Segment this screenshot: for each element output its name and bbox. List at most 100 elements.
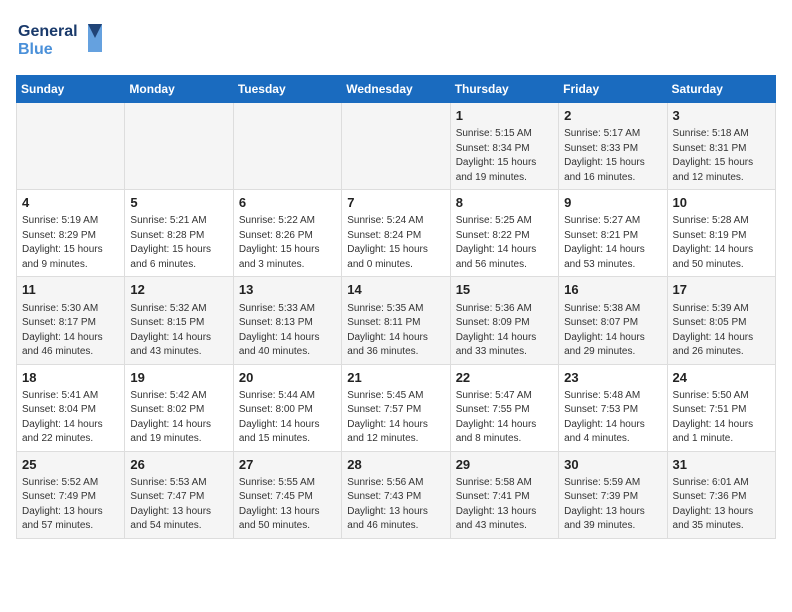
calendar-cell: 8Sunrise: 5:25 AM Sunset: 8:22 PM Daylig… bbox=[450, 190, 558, 277]
day-info: Sunrise: 5:19 AM Sunset: 8:29 PM Dayligh… bbox=[22, 214, 119, 272]
calendar-cell: 21 Sunrise: 5:45 AM Sunset: 7:57 PM Dayli… bbox=[342, 364, 450, 451]
calendar-cell: 15Sunrise: 5:36 AM Sunset: 8:09 PM Dayli… bbox=[450, 277, 558, 364]
calendar-cell: 30 Sunrise: 5:59 AM Sunset: 7:39 PM Dayli… bbox=[559, 451, 667, 538]
weekday-header-wednesday: Wednesday bbox=[342, 76, 450, 103]
calendar-cell: 5 Sunrise: 5:21 AM Sunset: 8:28 PM Daylig… bbox=[125, 190, 233, 277]
day-info: Sunrise: 5:35 AM Sunset: 8:11 PM Dayligh… bbox=[347, 302, 444, 360]
day-number: 31 bbox=[673, 456, 770, 474]
day-info: Sunrise: 5:27 AM Sunset: 8:21 PM Dayligh… bbox=[564, 214, 661, 272]
calendar-cell: 25Sunrise: 5:52 AM Sunset: 7:49 PM Dayli… bbox=[17, 451, 125, 538]
calendar-cell: 19Sunrise: 5:42 AM Sunset: 8:02 PM Dayli… bbox=[125, 364, 233, 451]
day-number: 7 bbox=[347, 194, 444, 212]
calendar-week-row: 11 Sunrise: 5:30 AM Sunset: 8:17 PM Dayli… bbox=[17, 277, 776, 364]
day-number: 27 bbox=[239, 456, 336, 474]
day-info: Sunrise: 5:33 AM Sunset: 8:13 PM Dayligh… bbox=[239, 302, 336, 360]
calendar-cell bbox=[233, 103, 341, 190]
day-number: 20 bbox=[239, 369, 336, 387]
day-number: 9 bbox=[564, 194, 661, 212]
svg-text:Blue: Blue bbox=[18, 41, 53, 58]
day-number: 1 bbox=[456, 107, 553, 125]
calendar-cell: 4 Sunrise: 5:19 AM Sunset: 8:29 PM Daylig… bbox=[17, 190, 125, 277]
calendar-week-row: 18 Sunrise: 5:41 AM Sunset: 8:04 PM Dayli… bbox=[17, 364, 776, 451]
weekday-header-monday: Monday bbox=[125, 76, 233, 103]
weekday-header-thursday: Thursday bbox=[450, 76, 558, 103]
calendar-cell: 23 Sunrise: 5:48 AM Sunset: 7:53 PM Dayli… bbox=[559, 364, 667, 451]
header-area: General Blue bbox=[16, 16, 776, 65]
day-number: 16 bbox=[564, 281, 661, 299]
calendar-week-row: 25Sunrise: 5:52 AM Sunset: 7:49 PM Dayli… bbox=[17, 451, 776, 538]
day-info: Sunrise: 5:30 AM Sunset: 8:17 PM Dayligh… bbox=[22, 302, 119, 360]
calendar-cell: 2 Sunrise: 5:17 AM Sunset: 8:33 PM Daylig… bbox=[559, 103, 667, 190]
calendar-week-row: 4 Sunrise: 5:19 AM Sunset: 8:29 PM Daylig… bbox=[17, 190, 776, 277]
calendar-cell: 27 Sunrise: 5:55 AM Sunset: 7:45 PM Dayli… bbox=[233, 451, 341, 538]
day-number: 4 bbox=[22, 194, 119, 212]
calendar-cell bbox=[17, 103, 125, 190]
calendar-cell: 12 Sunrise: 5:32 AM Sunset: 8:15 PM Dayli… bbox=[125, 277, 233, 364]
calendar-cell: 9 Sunrise: 5:27 AM Sunset: 8:21 PM Daylig… bbox=[559, 190, 667, 277]
calendar-cell: 10 Sunrise: 5:28 AM Sunset: 8:19 PM Dayli… bbox=[667, 190, 775, 277]
day-number: 15 bbox=[456, 281, 553, 299]
day-info: Sunrise: 5:47 AM Sunset: 7:55 PM Dayligh… bbox=[456, 389, 553, 447]
calendar-cell: 24 Sunrise: 5:50 AM Sunset: 7:51 PM Dayli… bbox=[667, 364, 775, 451]
weekday-header-tuesday: Tuesday bbox=[233, 76, 341, 103]
day-info: Sunrise: 5:18 AM Sunset: 8:31 PM Dayligh… bbox=[673, 127, 770, 185]
day-info: Sunrise: 5:50 AM Sunset: 7:51 PM Dayligh… bbox=[673, 389, 770, 447]
day-number: 23 bbox=[564, 369, 661, 387]
day-info: Sunrise: 5:17 AM Sunset: 8:33 PM Dayligh… bbox=[564, 127, 661, 185]
day-info: Sunrise: 6:01 AM Sunset: 7:36 PM Dayligh… bbox=[673, 476, 770, 534]
day-number: 29 bbox=[456, 456, 553, 474]
day-info: Sunrise: 5:24 AM Sunset: 8:24 PM Dayligh… bbox=[347, 214, 444, 272]
day-number: 10 bbox=[673, 194, 770, 212]
day-info: Sunrise: 5:59 AM Sunset: 7:39 PM Dayligh… bbox=[564, 476, 661, 534]
calendar-cell: 17 Sunrise: 5:39 AM Sunset: 8:05 PM Dayli… bbox=[667, 277, 775, 364]
calendar-cell: 7 Sunrise: 5:24 AM Sunset: 8:24 PM Daylig… bbox=[342, 190, 450, 277]
day-number: 18 bbox=[22, 369, 119, 387]
calendar-cell: 13 Sunrise: 5:33 AM Sunset: 8:13 PM Dayli… bbox=[233, 277, 341, 364]
day-info: Sunrise: 5:39 AM Sunset: 8:05 PM Dayligh… bbox=[673, 302, 770, 360]
day-info: Sunrise: 5:58 AM Sunset: 7:41 PM Dayligh… bbox=[456, 476, 553, 534]
day-number: 26 bbox=[130, 456, 227, 474]
day-number: 19 bbox=[130, 369, 227, 387]
calendar-cell: 29 Sunrise: 5:58 AM Sunset: 7:41 PM Dayli… bbox=[450, 451, 558, 538]
calendar-cell: 28Sunrise: 5:56 AM Sunset: 7:43 PM Dayli… bbox=[342, 451, 450, 538]
day-number: 5 bbox=[130, 194, 227, 212]
calendar-cell: 22Sunrise: 5:47 AM Sunset: 7:55 PM Dayli… bbox=[450, 364, 558, 451]
day-info: Sunrise: 5:32 AM Sunset: 8:15 PM Dayligh… bbox=[130, 302, 227, 360]
logo: General Blue bbox=[16, 16, 106, 65]
day-number: 30 bbox=[564, 456, 661, 474]
calendar-cell: 1 Sunrise: 5:15 AM Sunset: 8:34 PM Daylig… bbox=[450, 103, 558, 190]
day-number: 2 bbox=[564, 107, 661, 125]
day-info: Sunrise: 5:55 AM Sunset: 7:45 PM Dayligh… bbox=[239, 476, 336, 534]
weekday-header-row: SundayMondayTuesdayWednesdayThursdayFrid… bbox=[17, 76, 776, 103]
calendar-cell bbox=[125, 103, 233, 190]
day-number: 17 bbox=[673, 281, 770, 299]
calendar-cell: 26 Sunrise: 5:53 AM Sunset: 7:47 PM Dayli… bbox=[125, 451, 233, 538]
day-number: 13 bbox=[239, 281, 336, 299]
svg-text:General: General bbox=[18, 23, 78, 40]
calendar-cell: 31 Sunrise: 6:01 AM Sunset: 7:36 PM Dayli… bbox=[667, 451, 775, 538]
weekday-header-friday: Friday bbox=[559, 76, 667, 103]
day-info: Sunrise: 5:38 AM Sunset: 8:07 PM Dayligh… bbox=[564, 302, 661, 360]
day-number: 6 bbox=[239, 194, 336, 212]
calendar-cell: 20Sunrise: 5:44 AM Sunset: 8:00 PM Dayli… bbox=[233, 364, 341, 451]
calendar-cell: 6Sunrise: 5:22 AM Sunset: 8:26 PM Daylig… bbox=[233, 190, 341, 277]
day-info: Sunrise: 5:21 AM Sunset: 8:28 PM Dayligh… bbox=[130, 214, 227, 272]
calendar-cell: 16 Sunrise: 5:38 AM Sunset: 8:07 PM Dayli… bbox=[559, 277, 667, 364]
day-info: Sunrise: 5:48 AM Sunset: 7:53 PM Dayligh… bbox=[564, 389, 661, 447]
weekday-header-saturday: Saturday bbox=[667, 76, 775, 103]
calendar-week-row: 1 Sunrise: 5:15 AM Sunset: 8:34 PM Daylig… bbox=[17, 103, 776, 190]
calendar-table: SundayMondayTuesdayWednesdayThursdayFrid… bbox=[16, 75, 776, 539]
day-info: Sunrise: 5:45 AM Sunset: 7:57 PM Dayligh… bbox=[347, 389, 444, 447]
day-number: 24 bbox=[673, 369, 770, 387]
day-number: 21 bbox=[347, 369, 444, 387]
day-number: 11 bbox=[22, 281, 119, 299]
day-info: Sunrise: 5:15 AM Sunset: 8:34 PM Dayligh… bbox=[456, 127, 553, 185]
day-info: Sunrise: 5:41 AM Sunset: 8:04 PM Dayligh… bbox=[22, 389, 119, 447]
day-number: 3 bbox=[673, 107, 770, 125]
calendar-cell: 18 Sunrise: 5:41 AM Sunset: 8:04 PM Dayli… bbox=[17, 364, 125, 451]
day-info: Sunrise: 5:28 AM Sunset: 8:19 PM Dayligh… bbox=[673, 214, 770, 272]
day-number: 12 bbox=[130, 281, 227, 299]
calendar-cell: 11 Sunrise: 5:30 AM Sunset: 8:17 PM Dayli… bbox=[17, 277, 125, 364]
day-info: Sunrise: 5:53 AM Sunset: 7:47 PM Dayligh… bbox=[130, 476, 227, 534]
day-number: 8 bbox=[456, 194, 553, 212]
